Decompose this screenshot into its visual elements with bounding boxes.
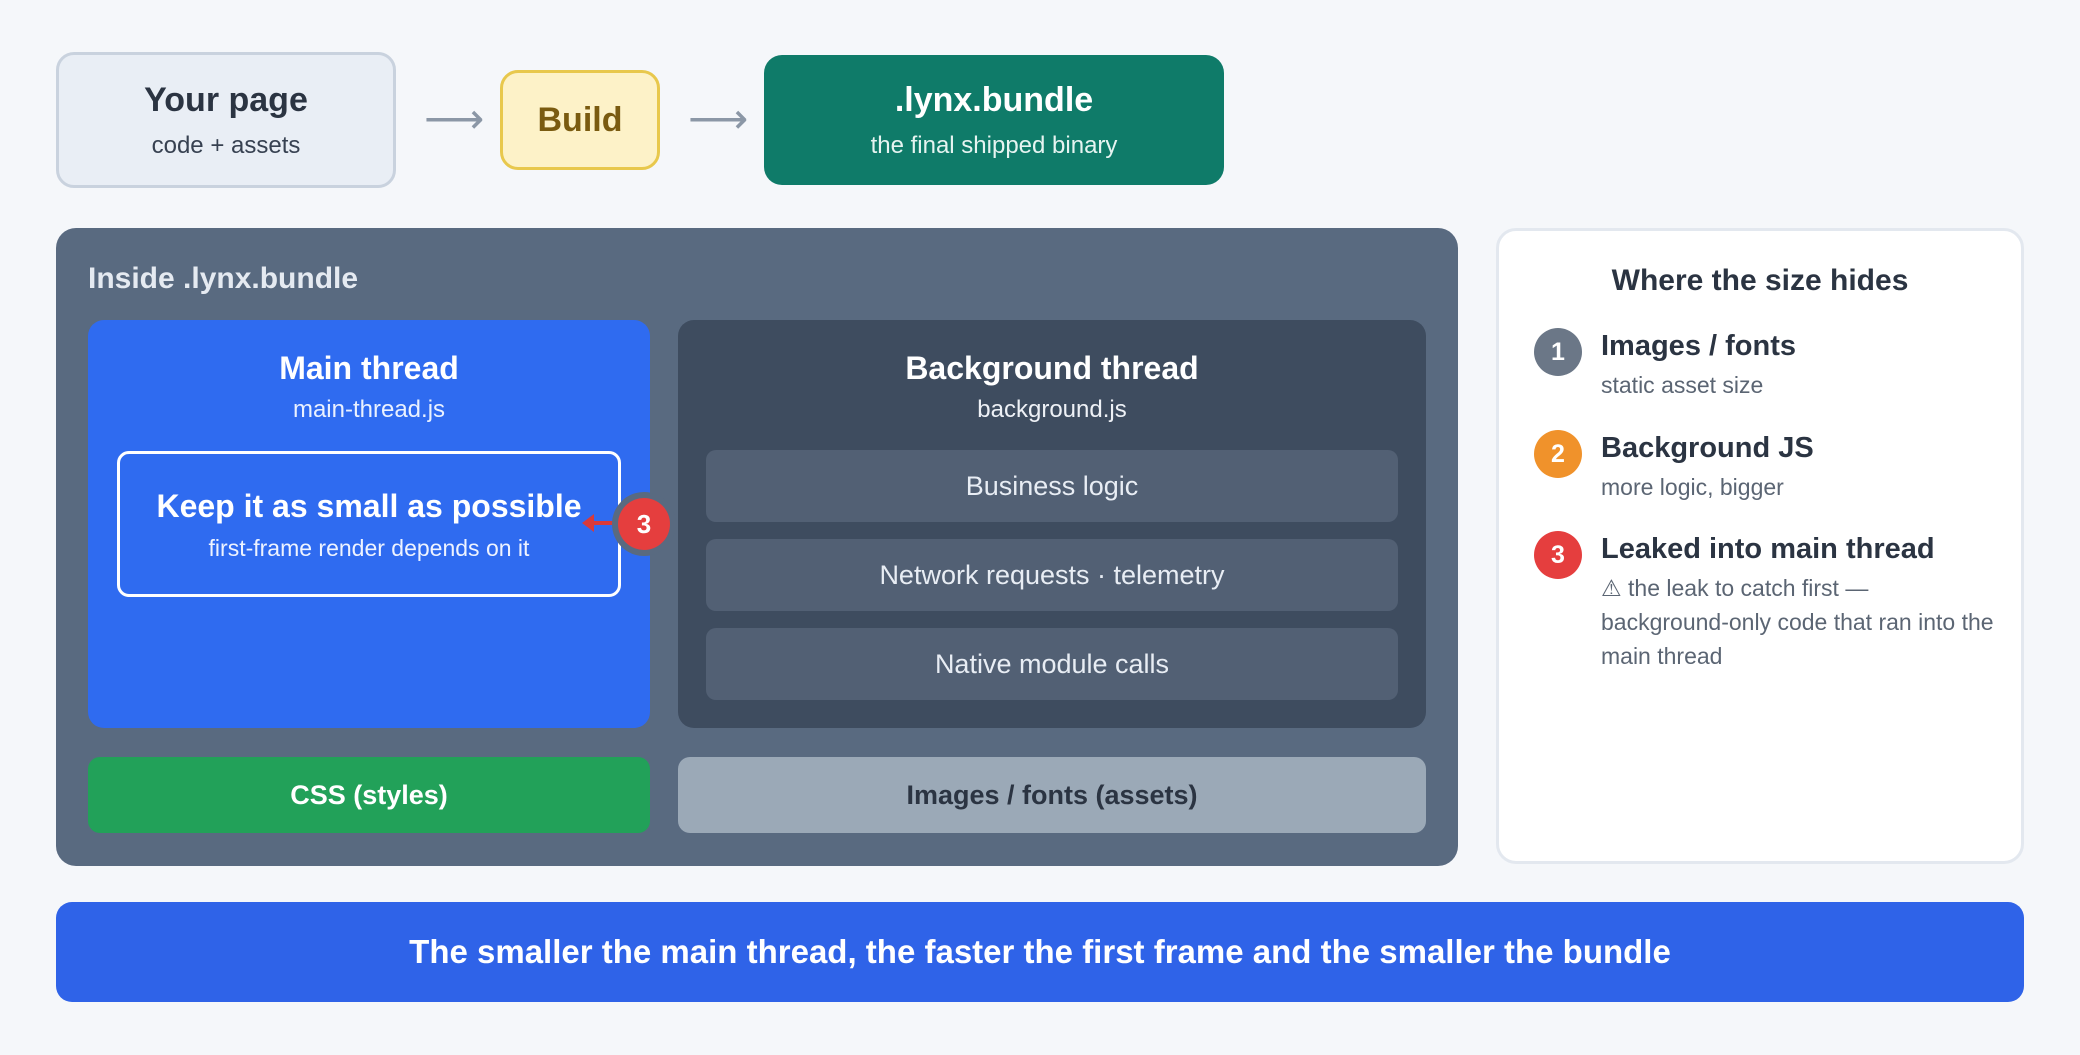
size-legend-title: Where the size hides [1611,264,1909,297]
bundle-output-subtitle: the final shipped binary [870,131,1118,159]
legend-badge-3: 3 [1534,531,1582,579]
source-page-box: Your page code + assets [56,52,396,188]
legend-badge-2: 2 [1534,430,1582,478]
main-thread-title: Main thread [279,350,459,386]
bundle-contents-title: Inside .lynx.bundle [88,262,359,295]
main-thread-file: main-thread.js [292,396,446,423]
build-step-title: Build [537,100,623,139]
css-styles-bar: CSS (styles) [88,757,650,833]
legend-item-desc: more logic, bigger [1601,474,1784,500]
arrow-right-icon: ⟶ [424,95,485,142]
keep-small-title: Keep it as small as possible [156,488,582,524]
arrow-right-icon: ⟶ [688,95,749,142]
legend-item-desc: static asset size [1601,372,1764,398]
legend-item-title: Background JS [1601,432,1814,464]
leak-number-badge: 3 [618,498,670,550]
background-thread-title: Background thread [905,350,1199,386]
legend-item-title: Images / fonts [1601,330,1796,362]
legend-badge-1: 1 [1534,328,1582,376]
footer-banner: The smaller the main thread, the faster … [56,902,2024,1002]
source-page-title: Your page [144,80,308,119]
background-item-business-logic: Business logic [706,450,1398,522]
background-item-network-requests: Network requests · telemetry [706,539,1398,611]
build-step-box: Build [500,70,660,170]
background-thread-file: background.js [977,396,1127,423]
bundle-output-title: .lynx.bundle [894,80,1094,119]
bundle-output-box: .lynx.bundle the final shipped binary [764,55,1224,185]
background-item-native-modules: Native module calls [706,628,1398,700]
keep-small-subtitle: first-frame render depends on it [208,535,530,561]
legend-item-title: Leaked into main thread [1601,533,1935,565]
legend-item-desc: ⚠ the leak to catch first — background-o… [1601,575,1994,669]
source-page-subtitle: code + assets [151,131,301,159]
assets-bar: Images / fonts (assets) [678,757,1426,833]
